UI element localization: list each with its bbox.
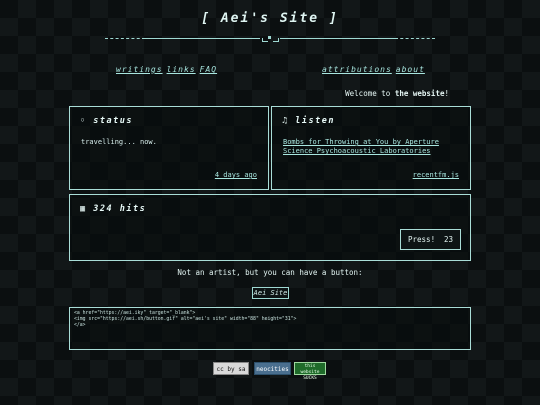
bar-chart-icon: ▦ xyxy=(80,204,87,214)
nav-link-links[interactable]: links xyxy=(167,65,196,74)
header-divider-notch-right xyxy=(273,38,279,42)
listen-song-link[interactable]: Bombs for Throwing at You by Aperture Sc… xyxy=(283,138,458,156)
press-button[interactable]: Press! 23 xyxy=(400,229,461,250)
header-divider-dot xyxy=(268,36,271,39)
nav-link-attributions[interactable]: attributions xyxy=(322,65,392,74)
button-code-box[interactable]: <a href="https://aei.iky" target="_blank… xyxy=(69,307,471,350)
listen-heading-label: listen xyxy=(295,116,335,126)
hits-label: hits xyxy=(119,204,147,214)
welcome-suffix: ! xyxy=(444,89,449,98)
site-title: [ Aei's Site ] xyxy=(201,11,339,26)
status-box: ◦ status travelling... now. 4 days ago xyxy=(69,106,269,190)
site-button-badge[interactable]: Aei Site xyxy=(252,287,289,299)
nav-link-writings[interactable]: writings xyxy=(116,65,163,74)
header-divider-right-dash xyxy=(395,38,435,39)
welcome-emphasis: the website xyxy=(394,89,445,98)
nav-left: writings links FAQ xyxy=(116,57,221,76)
button-caption: Not an artist, but you can have a button… xyxy=(177,268,363,277)
status-time-link[interactable]: 4 days ago xyxy=(215,171,257,179)
nav-link-faq[interactable]: FAQ xyxy=(200,65,217,74)
status-heading-label: status xyxy=(93,116,133,126)
welcome-prefix: Welcome to xyxy=(345,89,391,98)
neocities-label: neocities xyxy=(256,366,289,373)
header-divider-left-line xyxy=(145,38,260,39)
cc-license-label: cc by sa xyxy=(216,366,246,373)
welcome-message: Welcome to the website! xyxy=(345,89,449,98)
listen-source-link[interactable]: recentfm.js xyxy=(413,171,459,179)
sucks-label: this website SUCKS xyxy=(300,364,320,381)
nav-right: attributions about xyxy=(322,57,429,76)
hits-heading: ▦ 324 hits xyxy=(80,204,146,214)
listen-heading: ♫ listen xyxy=(282,116,335,126)
listen-box: ♫ listen Bombs for Throwing at You by Ap… xyxy=(271,106,471,190)
status-circle-icon: ◦ xyxy=(80,116,87,126)
press-button-label: Press! xyxy=(408,235,436,244)
header-divider-left-dash xyxy=(105,38,145,39)
button-code: <a href="https://aei.iky" target="_blank… xyxy=(74,311,297,328)
sucks-badge[interactable]: this website SUCKS xyxy=(294,362,326,381)
hits-box: ▦ 324 hits Press! 23 xyxy=(69,194,471,261)
neocities-badge[interactable]: neocities xyxy=(254,362,291,375)
status-heading: ◦ status xyxy=(80,116,133,126)
music-note-icon: ♫ xyxy=(282,116,289,126)
press-button-count: 23 xyxy=(443,235,453,244)
nav-link-about[interactable]: about xyxy=(396,65,425,74)
header-divider-right-line xyxy=(280,38,395,39)
cc-license-badge[interactable]: cc by sa xyxy=(213,362,249,375)
status-text: travelling... now. xyxy=(81,138,157,146)
hits-count: 324 xyxy=(93,204,114,214)
